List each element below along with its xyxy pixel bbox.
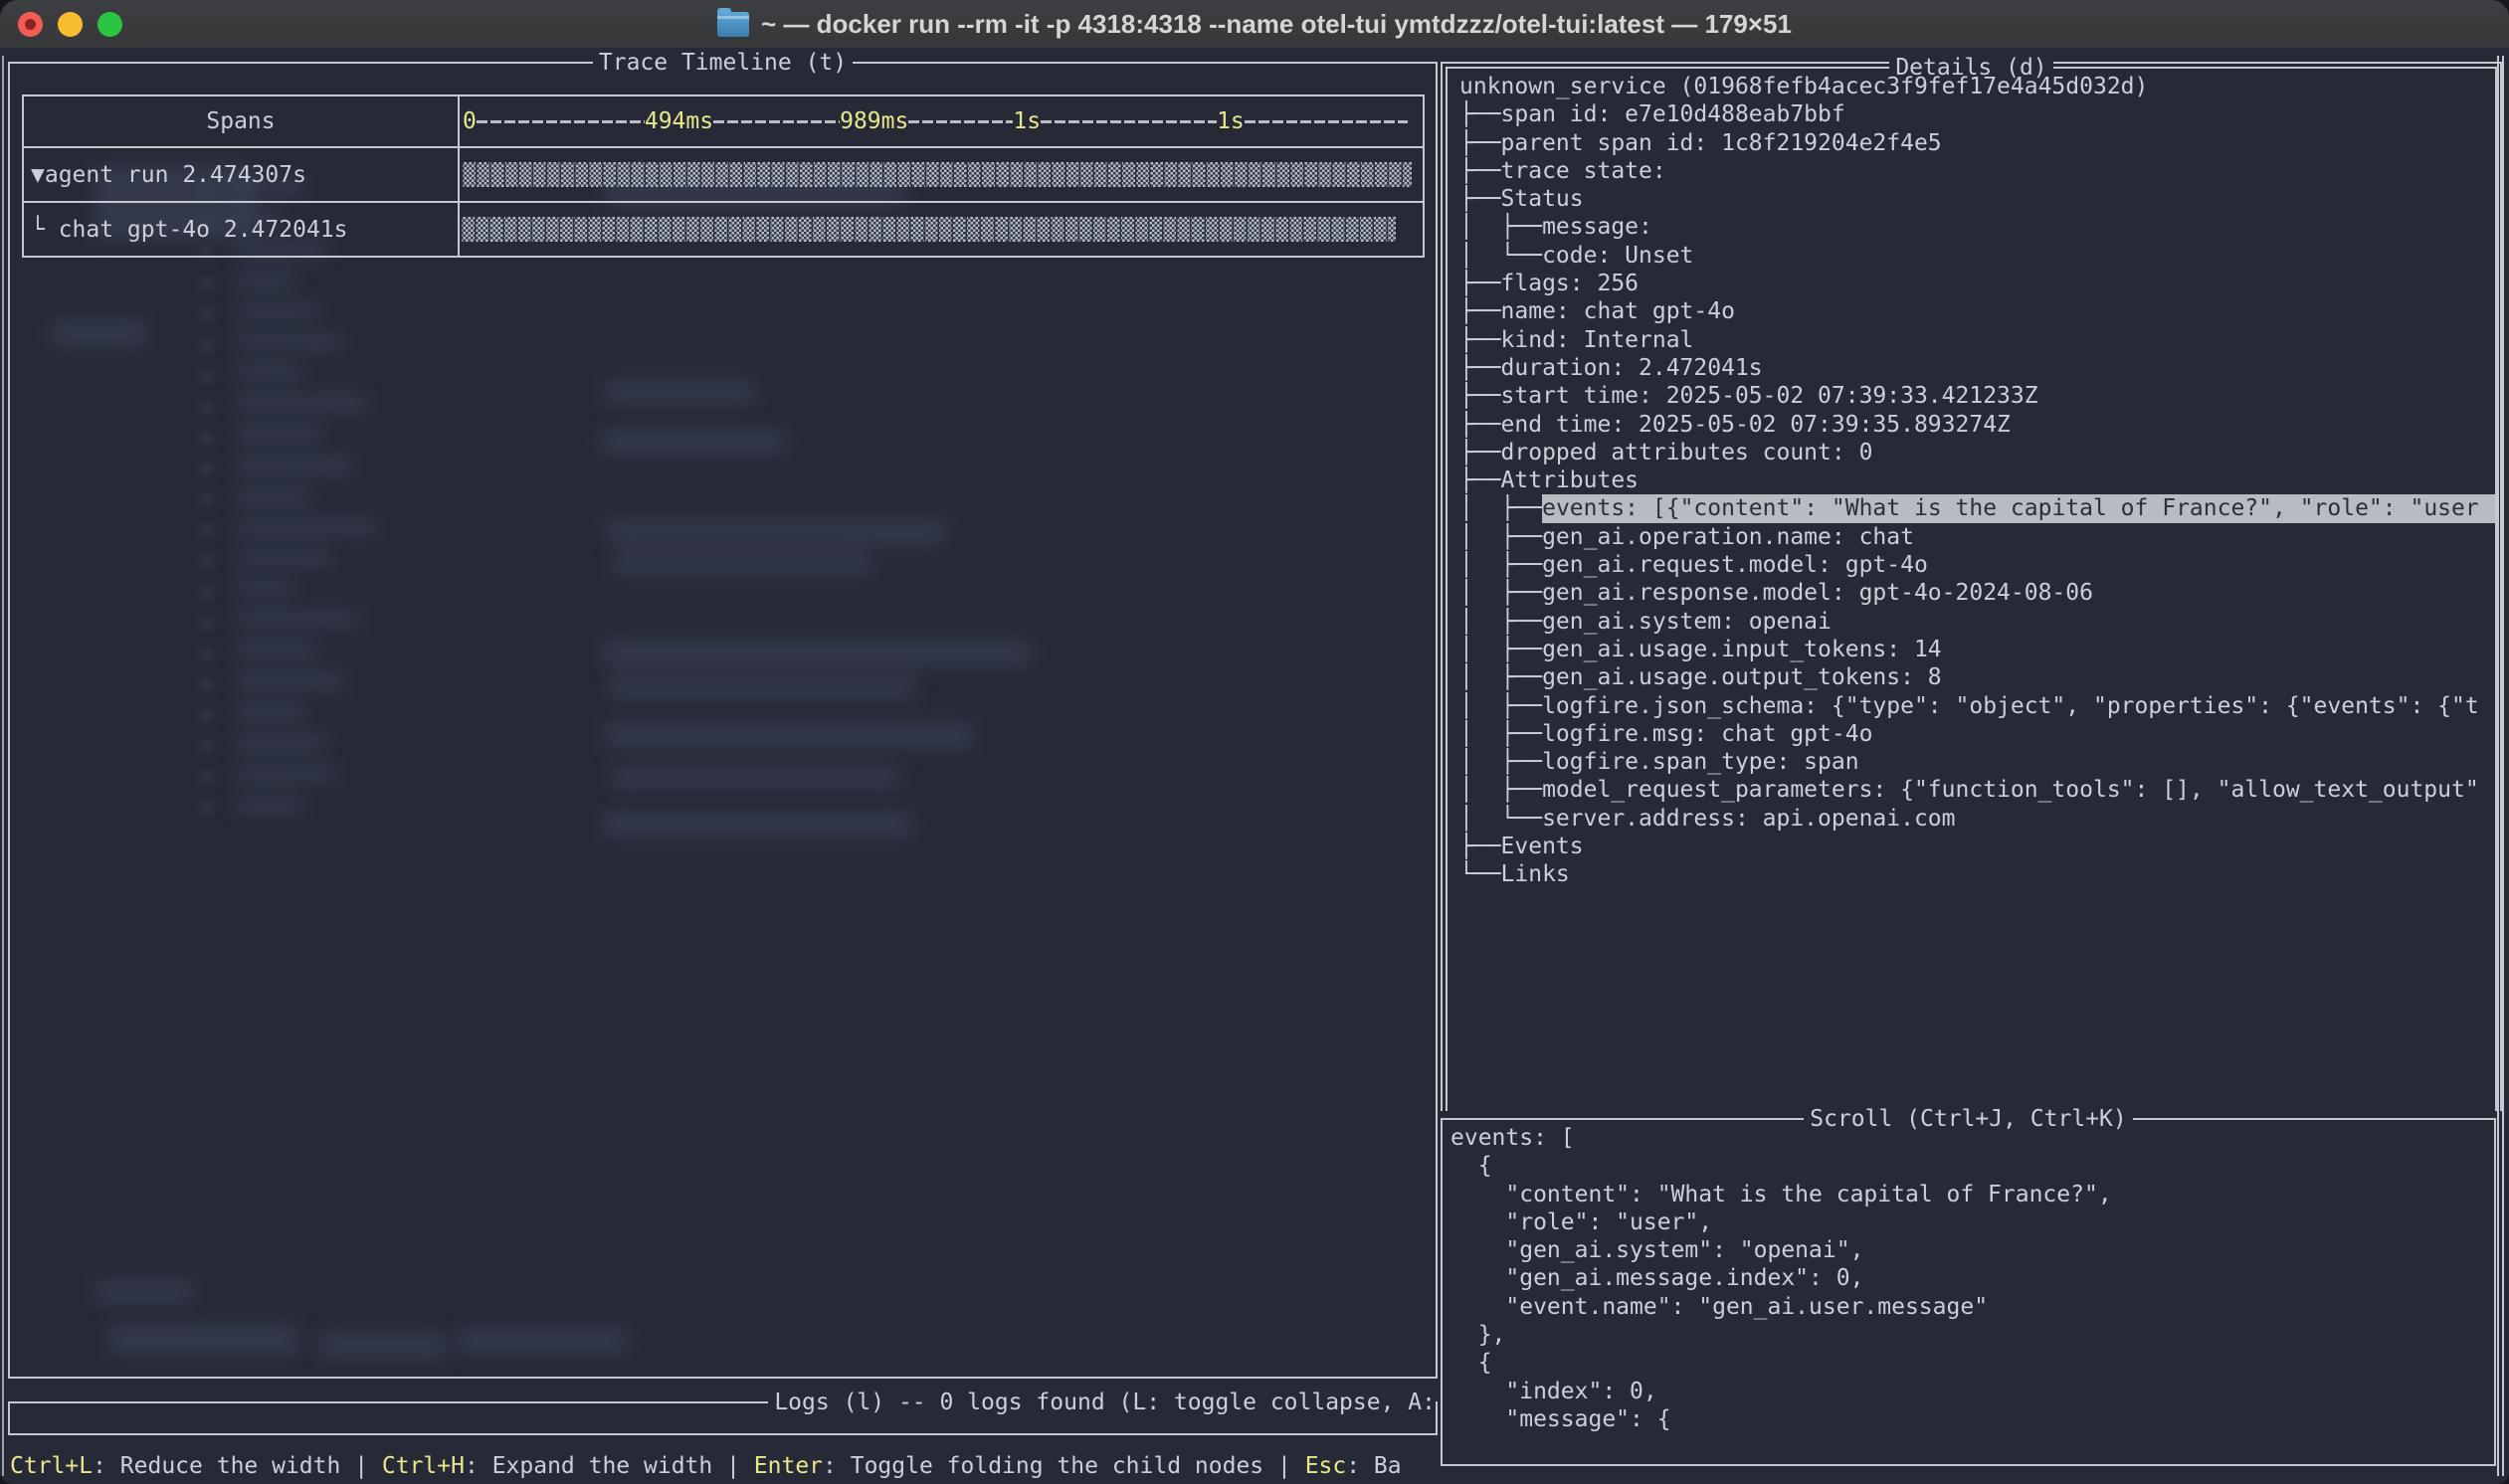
tree-node[interactable]: ├──name: chat gpt-4o [1459,297,2495,325]
keybar-description: : Ba [1346,1453,1401,1479]
tree-node[interactable]: ├──end time: 2025-05-02 07:39:35.893274Z [1459,411,2495,439]
keybar-key: Esc [1305,1453,1347,1479]
keybar-separator: | [1263,1453,1305,1479]
tree-node-selected[interactable]: │ ├──events: [{"content": "What is the c… [1459,494,2495,522]
tree-node[interactable]: unknown_service (01968fefb4acec3f9fef17e… [1459,73,2495,100]
terminal-content: Trace Timeline (t) Spans 0 494ms 989ms 1s 1s… [0,48,2509,1484]
tree-node[interactable]: │ ├──logfire.span_type: span [1459,748,2495,776]
keybind-bar: Ctrl+L: Reduce the width | Ctrl+H: Expan… [10,1450,1439,1482]
spans-table[interactable]: Spans 0 494ms 989ms 1s 1s ▼agent run 2.47430… [22,94,1425,258]
scale-line [908,120,1013,123]
spans-column-header: Spans [206,108,275,134]
window-title: ~ — docker run --rm -it -p 4318:4318 --n… [761,9,1792,40]
scale-line [1245,120,1408,123]
app-left-border [2,56,4,1476]
tree-node[interactable]: │ └──code: Unset [1459,242,2495,270]
spans-table-body: ▼agent run 2.474307s └ chat gpt-4o 2.4720… [24,148,1423,256]
tree-node[interactable]: ├──Events [1459,833,2495,860]
keybar-description: : Expand the width [465,1453,712,1479]
span-duration-bar[interactable] [461,217,1396,242]
scale-line [713,120,840,123]
tree-node[interactable]: │ ├──message: [1459,213,2495,241]
tree-node[interactable]: ├──flags: 256 [1459,270,2495,297]
tree-node[interactable]: │ ├──gen_ai.usage.input_tokens: 14 [1459,636,2495,663]
app-right-border [2497,56,2504,1476]
folder-icon [717,12,749,37]
zoom-button[interactable] [97,12,122,37]
scroll-panel[interactable]: Scroll (Ctrl+J, Ctrl+K) events: [ { "con… [1441,1118,2496,1466]
tree-node[interactable]: ├──duration: 2.472041s [1459,354,2495,382]
tree-node[interactable]: └──Links [1459,860,2495,888]
tree-node[interactable]: ├──Status [1459,185,2495,213]
tree-branch: │ ├── [1459,494,1542,522]
tree-node[interactable]: ├──dropped attributes count: 0 [1459,439,2495,466]
scale-line [477,120,645,123]
scale-tick-label: 494ms [645,108,713,134]
details-tree: unknown_service (01968fefb4acec3f9fef17e… [1459,73,2495,1111]
tree-node[interactable]: ├──start time: 2025-05-02 07:39:33.42123… [1459,382,2495,410]
tree-node[interactable]: │ ├──logfire.msg: chat gpt-4o [1459,720,2495,748]
trace-timeline-panel[interactable]: Trace Timeline (t) Spans 0494ms989ms1s1s… [8,62,1438,1379]
tree-node[interactable]: ├──Attributes [1459,466,2495,494]
close-button[interactable] [18,12,43,37]
span-row[interactable]: ▼agent run 2.474307s [24,148,1423,203]
keybar-separator: | [712,1453,754,1479]
tree-node[interactable]: │ ├──model_request_parameters: {"functio… [1459,776,2495,804]
titlebar[interactable]: ~ — docker run --rm -it -p 4318:4318 --n… [0,0,2509,48]
terminal-window: ~ — docker run --rm -it -p 4318:4318 --n… [0,0,2509,1484]
minimize-button[interactable] [58,12,83,37]
keybar-separator: | [340,1453,382,1479]
traffic-lights [18,0,122,48]
keybar-description: : Toggle folding the child nodes [823,1453,1263,1479]
window-title-group: ~ — docker run --rm -it -p 4318:4318 --n… [717,9,1792,40]
span-row[interactable]: └ chat gpt-4o 2.472041s [24,203,1423,256]
tree-node-value: events: [{"content": "What is the capita… [1542,494,2495,522]
scale-tick-label: 1s [1217,108,1245,134]
trace-timeline-title: Trace Timeline (t) [10,48,1436,78]
tree-node[interactable]: ├──parent span id: 1c8f219204e2f4e5 [1459,129,2495,157]
scale-tick-label: 1s [1013,108,1041,134]
tree-node[interactable]: │ ├──gen_ai.response.model: gpt-4o-2024-… [1459,579,2495,607]
tree-node[interactable]: ├──span id: e7e10d488eab7bbf [1459,100,2495,128]
spans-table-header: Spans 0 494ms 989ms 1s 1s [24,96,1423,148]
details-panel[interactable]: Details (d) unknown_service (01968fefb4a… [1441,62,2502,1111]
logs-panel[interactable]: Logs (l) -- 0 logs found (L: toggle coll… [8,1401,1438,1435]
tree-node[interactable]: │ └──server.address: api.openai.com [1459,805,2495,833]
tree-node[interactable]: │ ├──logfire.json_schema: {"type": "obje… [1459,692,2495,720]
tree-node[interactable]: │ ├──gen_ai.system: openai [1459,608,2495,636]
keybar-description: : Reduce the width [93,1453,340,1479]
tree-node[interactable]: ├──kind: Internal [1459,326,2495,354]
keybar-key: Ctrl+L [10,1453,93,1479]
span-duration-bar[interactable] [462,162,1412,187]
span-row-label: ▼agent run 2.474307s [24,162,306,188]
keybar-key: Enter [754,1453,823,1479]
scale-line [1041,120,1217,123]
tree-node[interactable]: │ ├──gen_ai.request.model: gpt-4o [1459,551,2495,579]
scale-tick-label: 0 [463,108,477,134]
tree-node[interactable]: ├──trace state: [1459,157,2495,185]
scale-tick-label: 989ms [840,108,908,134]
logs-title: Logs (l) -- 0 logs found (L: toggle coll… [768,1388,1436,1417]
tree-node[interactable]: │ ├──gen_ai.usage.output_tokens: 8 [1459,663,2495,691]
keybar-key: Ctrl+H [382,1453,465,1479]
tree-node[interactable]: │ ├──gen_ai.operation.name: chat [1459,523,2495,551]
span-row-label: └ chat gpt-4o 2.472041s [24,217,348,243]
timeline-scale: 0 494ms 989ms 1s 1s [460,96,1423,146]
scroll-json: events: [ { "content": "What is the capi… [1450,1124,2490,1462]
